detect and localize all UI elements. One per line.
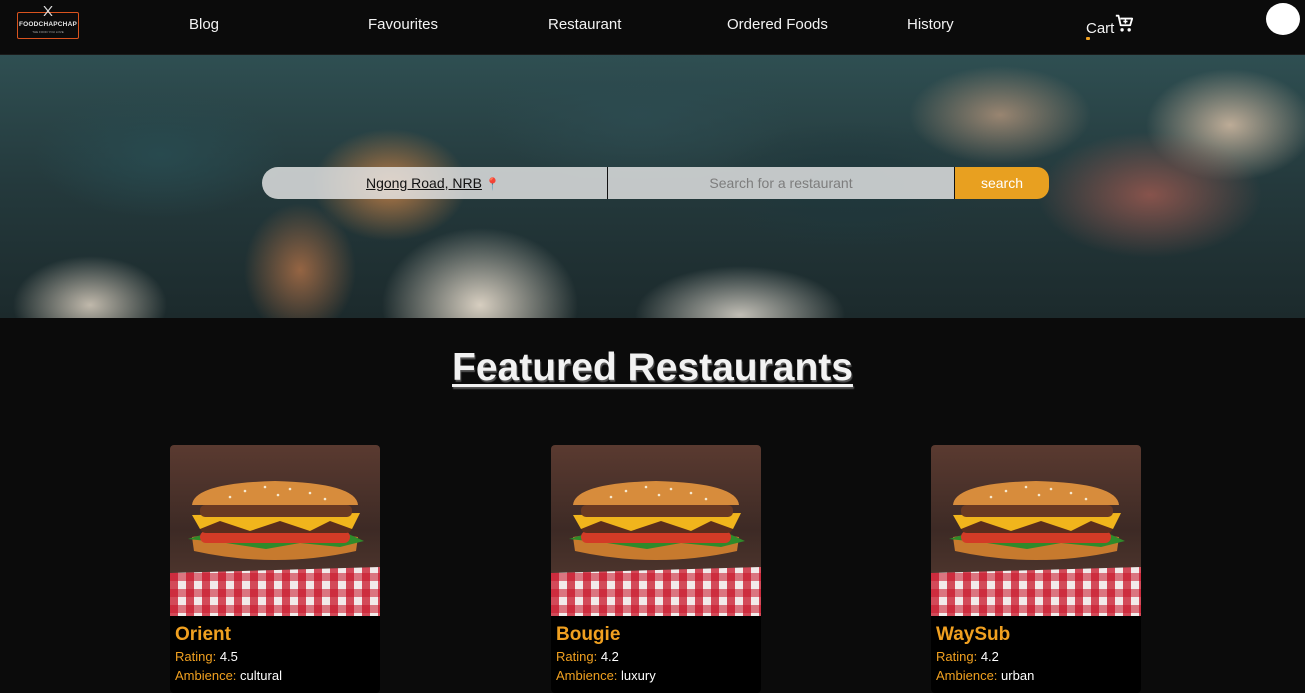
restaurant-rating: Rating: 4.5 xyxy=(175,649,238,664)
restaurant-card-waysub[interactable]: WaySub Rating: 4.2 Ambience: urban xyxy=(931,445,1141,693)
search-bar: Ngong Road, NRB 📍 search xyxy=(262,167,1049,199)
map-pin-icon: 📍 xyxy=(484,177,500,191)
restaurant-name: Orient xyxy=(175,624,231,645)
ambience-value: luxury xyxy=(621,668,656,683)
restaurant-image xyxy=(170,445,380,616)
nav-item-history[interactable]: History xyxy=(907,16,954,33)
restaurant-rating: Rating: 4.2 xyxy=(936,649,999,664)
rating-label: Rating: xyxy=(175,649,217,664)
hero-banner: Ngong Road, NRB 📍 search xyxy=(0,55,1305,318)
nav-item-favourites[interactable]: Favourites xyxy=(368,16,438,33)
brand-logo[interactable]: FOODCHAPCHAP THE FOOD YOU LOVE xyxy=(17,6,79,39)
brand-name: FOODCHAPCHAP xyxy=(18,21,77,28)
ambience-label: Ambience: xyxy=(175,668,237,683)
rating-value: 4.2 xyxy=(980,649,999,664)
featured-title: Featured Restaurants xyxy=(452,346,853,389)
nav-item-blog[interactable]: Blog xyxy=(189,16,219,33)
restaurant-card-bougie[interactable]: Bougie Rating: 4.2 Ambience: luxury xyxy=(551,445,761,693)
location-value: Ngong Road, NRB xyxy=(366,175,482,191)
restaurant-card-orient[interactable]: Orient Rating: 4.5 Ambience: cultural xyxy=(170,445,380,693)
cart-icon xyxy=(1115,14,1134,32)
restaurant-name: WaySub xyxy=(936,624,1011,645)
nav-item-restaurant[interactable]: Restaurant xyxy=(548,16,621,33)
restaurant-name: Bougie xyxy=(556,624,621,645)
restaurant-ambience: Ambience: luxury xyxy=(556,668,656,683)
ambience-value: urban xyxy=(1001,668,1035,683)
utensils-icon xyxy=(43,6,53,16)
cart-label: Cart xyxy=(1086,20,1115,37)
cart-indicator xyxy=(1086,37,1090,40)
location-selector[interactable]: Ngong Road, NRB 📍 xyxy=(262,167,608,199)
search-button[interactable]: search xyxy=(955,167,1049,199)
restaurant-rating: Rating: 4.2 xyxy=(556,649,619,664)
restaurant-image xyxy=(931,445,1141,616)
location-text[interactable]: Ngong Road, NRB 📍 xyxy=(366,175,500,191)
ambience-label: Ambience: xyxy=(936,668,998,683)
ambience-label: Ambience: xyxy=(556,668,618,683)
ambience-value: cultural xyxy=(240,668,282,683)
restaurant-image xyxy=(551,445,761,616)
restaurant-ambience: Ambience: cultural xyxy=(175,668,282,683)
user-avatar[interactable] xyxy=(1266,3,1300,35)
rating-label: Rating: xyxy=(936,649,978,664)
restaurant-search-input[interactable] xyxy=(608,167,955,199)
rating-label: Rating: xyxy=(556,649,598,664)
top-nav: FOODCHAPCHAP THE FOOD YOU LOVE Blog Favo… xyxy=(0,0,1305,55)
restaurant-ambience: Ambience: urban xyxy=(936,668,1034,683)
nav-item-ordered-foods[interactable]: Ordered Foods xyxy=(727,16,828,33)
rating-value: 4.5 xyxy=(219,649,238,664)
rating-value: 4.2 xyxy=(600,649,619,664)
brand-tagline: THE FOOD YOU LOVE xyxy=(32,30,64,34)
